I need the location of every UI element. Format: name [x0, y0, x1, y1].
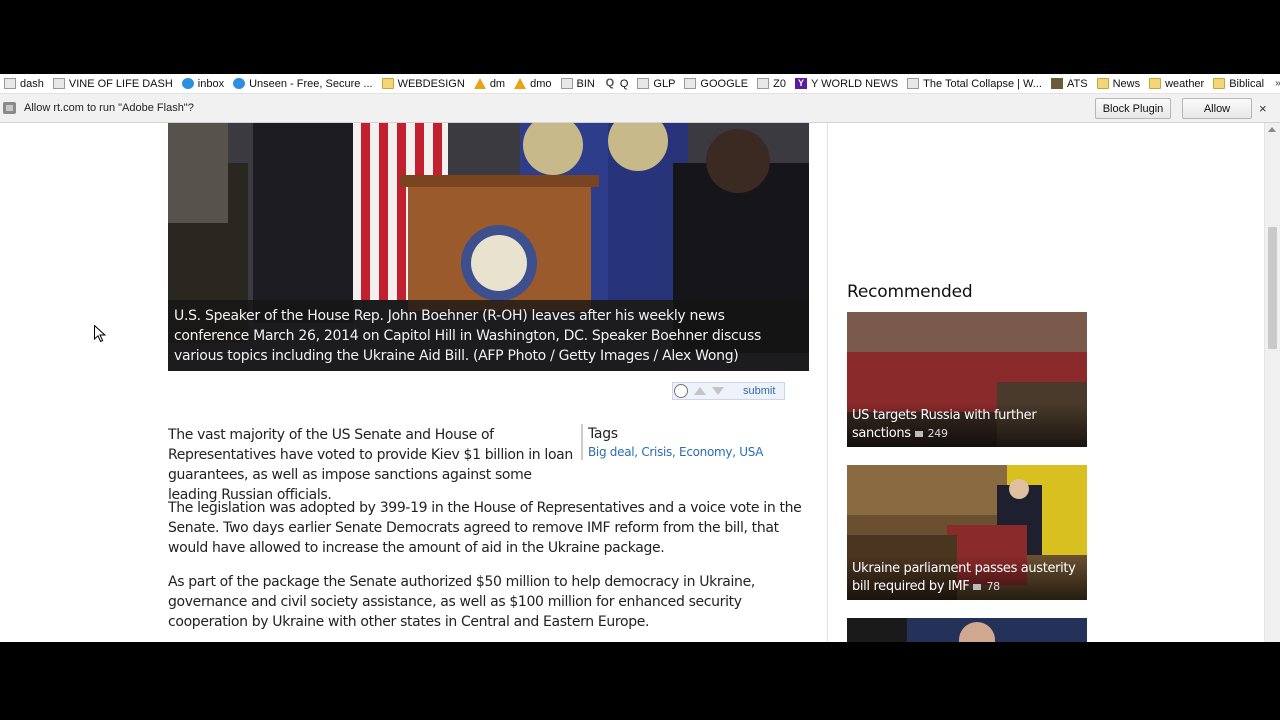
tag-link[interactable]: Economy: [679, 445, 732, 459]
bookmark-dm[interactable]: dm: [470, 74, 510, 93]
comment-icon: [973, 584, 982, 590]
article-column: U.S. Speaker of the House Rep. John Boeh…: [0, 123, 827, 642]
reddit-widget: submit: [672, 382, 785, 400]
reddit-icon[interactable]: [674, 384, 688, 398]
yahoo-icon: Y: [794, 78, 807, 89]
page-icon: [907, 78, 920, 89]
downvote-arrow-icon[interactable]: [712, 387, 724, 395]
video-letterbox-top: [0, 0, 1280, 74]
folder-icon: [1149, 78, 1162, 89]
bookmark-news[interactable]: News: [1093, 74, 1146, 93]
bookmark-biblical[interactable]: Biblical: [1209, 74, 1269, 93]
scrollbar-thumb[interactable]: [1268, 227, 1277, 349]
globe-icon: [233, 78, 246, 89]
image-icon: [1050, 78, 1063, 89]
bookmark-dash[interactable]: dash: [0, 74, 49, 93]
bookmark-weather[interactable]: weather: [1145, 74, 1209, 93]
page-icon: [52, 78, 65, 89]
page-icon: [637, 78, 650, 89]
tags-box: Tags Big deal, Crisis, Economy, USA: [581, 424, 791, 460]
bookmark-ats[interactable]: ATS: [1047, 74, 1093, 93]
comment-count: 78: [986, 580, 1000, 593]
reddit-submit-link[interactable]: submit: [743, 385, 775, 397]
comment-count: 249: [927, 427, 948, 440]
allow-plugin-button[interactable]: Allow: [1182, 98, 1252, 119]
close-icon[interactable]: ×: [1259, 101, 1267, 116]
globe-icon: [181, 78, 194, 89]
folder-icon: [1096, 78, 1109, 89]
plugin-icon: [3, 102, 16, 114]
article-paragraph: As part of the package the Senate author…: [168, 574, 755, 630]
bookmark-glp[interactable]: GLP: [633, 74, 680, 93]
recommended-heading: Recommended: [847, 282, 973, 302]
web-page: U.S. Speaker of the House Rep. John Boeh…: [0, 123, 1280, 642]
comment-icon: [914, 431, 923, 437]
vertical-scrollbar[interactable]: [1264, 123, 1280, 642]
bookmark-dmo[interactable]: dmo: [510, 74, 556, 93]
article-paragraph: The legislation was adopted by 399-19 in…: [168, 500, 802, 556]
article-paragraph: The vast majority of the US Senate and H…: [168, 427, 573, 503]
upvote-arrow-icon[interactable]: [694, 387, 706, 395]
bookmark-google[interactable]: GOOGLE: [680, 74, 753, 93]
bookmarks-overflow-chevron-icon[interactable]: »: [1269, 78, 1280, 89]
bookmark-world-news[interactable]: YY WORLD NEWS: [791, 74, 903, 93]
page-icon: [4, 78, 16, 89]
video-letterbox-bottom: [0, 642, 1280, 720]
recommended-card[interactable]: [847, 618, 1087, 642]
article-photo: U.S. Speaker of the House Rep. John Boeh…: [168, 123, 809, 371]
mouse-cursor-icon: [94, 325, 106, 343]
block-plugin-button[interactable]: Block Plugin: [1095, 98, 1171, 119]
bookmarks-bar: dash VINE OF LIFE DASH inbox Unseen - Fr…: [0, 74, 1280, 93]
bookmark-total-collapse[interactable]: The Total Collapse | W...: [903, 74, 1047, 93]
recommended-card-title: US targets Russia with further sanctions…: [847, 403, 1087, 447]
warning-icon: [514, 78, 527, 89]
bookmark-inbox[interactable]: inbox: [178, 74, 229, 93]
tags-heading: Tags: [588, 426, 618, 442]
page-icon: [684, 78, 697, 89]
folder-icon: [1213, 78, 1226, 89]
photo-caption: U.S. Speaker of the House Rep. John Boeh…: [168, 300, 809, 371]
bookmark-z0[interactable]: Z0: [753, 74, 791, 93]
recommended-card-title: Ukraine parliament passes austerity bill…: [847, 556, 1087, 600]
tag-link[interactable]: USA: [739, 445, 763, 459]
bookmark-q[interactable]: QQ: [600, 74, 634, 93]
tag-link[interactable]: Big deal: [588, 445, 635, 459]
page-icon: [560, 78, 573, 89]
bookmark-vine-of-life-dash[interactable]: VINE OF LIFE DASH: [49, 74, 178, 93]
recommended-card[interactable]: Ukraine parliament passes austerity bill…: [847, 465, 1087, 600]
bookmark-webdesign[interactable]: WEBDESIGN: [378, 74, 470, 93]
warning-icon: [473, 78, 486, 89]
recommended-thumbnail: [847, 618, 1087, 642]
recommended-card[interactable]: US targets Russia with further sanctions…: [847, 312, 1087, 447]
bookmark-unseen[interactable]: Unseen - Free, Secure ...: [229, 74, 378, 93]
tag-link[interactable]: Crisis: [641, 445, 672, 459]
tags-list: Big deal, Crisis, Economy, USA: [588, 445, 764, 459]
scroll-up-arrow-icon[interactable]: [1268, 127, 1276, 132]
bookmark-bin[interactable]: BIN: [557, 74, 600, 93]
plugin-permission-message: Allow rt.com to run "Adobe Flash"?: [24, 102, 194, 114]
folder-icon: [381, 78, 394, 89]
plugin-permission-bar: Allow rt.com to run "Adobe Flash"? Block…: [0, 93, 1280, 123]
q-icon: Q: [605, 77, 615, 89]
page-icon: [757, 78, 770, 89]
